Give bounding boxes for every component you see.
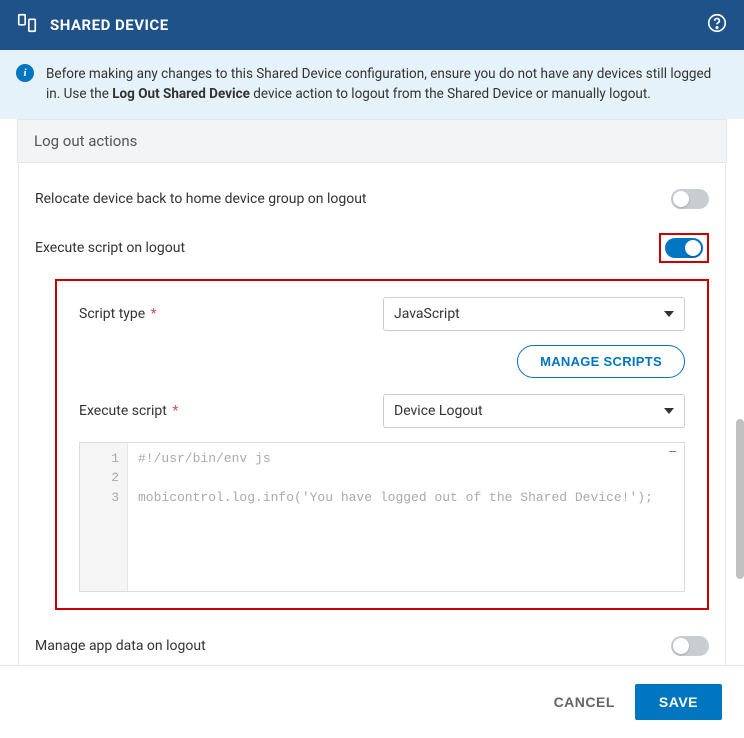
chevron-down-icon bbox=[664, 408, 674, 414]
code-editor[interactable]: 123 #!/usr/bin/env js mobicontrol.log.in… bbox=[79, 442, 685, 592]
code-area[interactable]: #!/usr/bin/env js mobicontrol.log.info('… bbox=[128, 443, 684, 591]
cancel-button[interactable]: CANCEL bbox=[554, 694, 615, 710]
toggle-execute-script[interactable] bbox=[665, 238, 703, 258]
select-execute-script-value: Device Logout bbox=[394, 403, 483, 419]
help-icon[interactable] bbox=[706, 12, 728, 38]
scrollbar[interactable] bbox=[736, 419, 744, 579]
info-text-suffix: device action to logout from the Shared … bbox=[250, 86, 651, 102]
select-execute-script[interactable]: Device Logout bbox=[383, 394, 685, 428]
label-relocate: Relocate device back to home device grou… bbox=[35, 191, 367, 207]
row-execute-script: Execute script on logout bbox=[19, 221, 725, 275]
save-button[interactable]: SAVE bbox=[635, 684, 722, 720]
info-banner: i Before making any changes to this Shar… bbox=[0, 50, 744, 119]
label-script-type-text: Script type bbox=[79, 306, 145, 322]
required-marker: * bbox=[169, 403, 179, 419]
chevron-down-icon bbox=[664, 311, 674, 317]
section-title: Log out actions bbox=[17, 119, 727, 163]
dialog-title: SHARED DEVICE bbox=[50, 16, 169, 34]
toggle-manage-app-data[interactable] bbox=[671, 636, 709, 656]
shared-device-icon bbox=[16, 12, 38, 38]
info-text-bold: Log Out Shared Device bbox=[112, 86, 250, 102]
label-execute-script: Execute script * bbox=[79, 403, 369, 419]
highlight-box-toggle bbox=[659, 233, 709, 263]
select-script-type-value: JavaScript bbox=[394, 306, 460, 322]
dialog-header: SHARED DEVICE bbox=[0, 0, 744, 50]
code-line-1: #!/usr/bin/env js bbox=[138, 451, 271, 466]
content-area: Log out actions Relocate device back to … bbox=[0, 119, 744, 666]
editor-caret-mark: ─ bbox=[669, 447, 676, 459]
dialog-footer: CANCEL SAVE bbox=[0, 665, 744, 738]
label-script-type: Script type * bbox=[79, 306, 369, 322]
row-manage-app-data: Manage app data on logout bbox=[19, 624, 725, 666]
manage-scripts-button[interactable]: MANAGE SCRIPTS bbox=[517, 345, 685, 378]
required-marker: * bbox=[147, 306, 157, 322]
code-line-3: mobicontrol.log.info('You have logged ou… bbox=[138, 490, 653, 505]
label-execute-script-text: Execute script bbox=[79, 403, 167, 419]
info-icon: i bbox=[16, 64, 34, 82]
code-gutter: 123 bbox=[80, 443, 128, 591]
toggle-relocate[interactable] bbox=[671, 189, 709, 209]
label-manage-app: Manage app data on logout bbox=[35, 638, 206, 654]
script-panel: Script type * JavaScript MANAGE SCRIPTS … bbox=[55, 279, 709, 610]
row-relocate: Relocate device back to home device grou… bbox=[19, 177, 725, 221]
select-script-type[interactable]: JavaScript bbox=[383, 297, 685, 331]
label-execute: Execute script on logout bbox=[35, 240, 185, 256]
info-text: Before making any changes to this Shared… bbox=[46, 64, 728, 105]
